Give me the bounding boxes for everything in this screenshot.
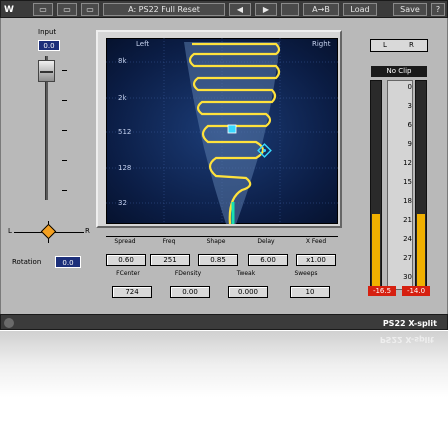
fader-tick <box>62 190 67 191</box>
fader-tick <box>62 100 67 101</box>
input-label: Input <box>38 28 57 36</box>
shape-value-field[interactable]: 0.85 <box>198 254 238 266</box>
shape-label: Shape <box>206 238 226 245</box>
xfeed-label: X Feed <box>305 238 327 245</box>
a-to-b-button[interactable]: A→B <box>303 3 339 16</box>
rotation-right-label: R <box>85 227 90 235</box>
plugin-toolbar: W ▭ ▭ ▭ A: PS22 Full Reset ◀ ▶ A→B Load … <box>0 0 448 18</box>
meter-scale: 0 3 6 9 12 15 18 21 24 27 30 <box>387 80 413 290</box>
waves-circle-icon[interactable] <box>4 318 14 328</box>
scale-label: 27 <box>403 254 412 262</box>
scale-label: 24 <box>403 235 412 243</box>
help-button[interactable]: ? <box>431 3 445 16</box>
meter-link-right-label: R <box>409 41 414 49</box>
spread-value-field[interactable]: 0.60 <box>106 254 146 266</box>
reflected-plugin-title: PS22 X-split <box>379 335 434 344</box>
sweeps-label: Sweeps <box>294 270 318 277</box>
scale-label: 12 <box>403 159 412 167</box>
next-preset-button[interactable]: ▶ <box>255 3 277 16</box>
scale-label: 6 <box>407 121 412 129</box>
scale-label: 3 <box>407 102 412 110</box>
input-value-field[interactable]: 0.0 <box>38 40 60 51</box>
preset-name-field[interactable]: A: PS22 Full Reset <box>103 3 225 16</box>
peak-left-readout[interactable]: -16.5 <box>368 286 396 296</box>
split-curve-plot[interactable] <box>106 38 338 224</box>
fader-tick <box>62 160 67 161</box>
input-fader-knob[interactable] <box>38 60 55 82</box>
redo-button[interactable]: ▭ <box>57 3 77 16</box>
compare-button[interactable] <box>281 3 299 16</box>
param-row-divider <box>106 236 338 237</box>
scale-label: 0 <box>407 83 412 91</box>
load-button[interactable]: Load <box>343 3 377 16</box>
arrow-left-icon: ◀ <box>236 5 244 14</box>
fader-tick <box>62 130 67 131</box>
peak-right-readout[interactable]: -14.0 <box>402 286 430 296</box>
save-button[interactable]: Save <box>393 3 427 16</box>
waves-logo: W <box>4 5 14 15</box>
xfeed-value-field[interactable]: x1.00 <box>296 254 336 266</box>
fcenter-label: FCenter <box>116 270 140 277</box>
setup-button[interactable]: ▭ <box>81 3 99 16</box>
right-output-meter <box>415 80 427 290</box>
left-meter-fill <box>372 214 380 289</box>
rotation-value-field[interactable]: 0.0 <box>55 256 81 268</box>
sweeps-value-field[interactable]: 10 <box>290 286 330 298</box>
meter-link-button[interactable]: L R <box>370 39 428 52</box>
scale-label: 18 <box>403 197 412 205</box>
freq-param-label: Freq <box>162 238 176 245</box>
prev-preset-button[interactable]: ◀ <box>229 3 251 16</box>
scale-label: 21 <box>403 216 412 224</box>
right-meter-fill <box>417 214 425 289</box>
fader-tick <box>62 70 67 71</box>
left-output-meter <box>370 80 382 290</box>
scale-label: 30 <box>403 273 412 281</box>
noclip-indicator[interactable]: No Clip <box>371 66 427 77</box>
scale-label: 9 <box>407 140 412 148</box>
fdensity-value-field[interactable]: 0.00 <box>170 286 210 298</box>
fcenter-value-field[interactable]: 724 <box>112 286 152 298</box>
tweak-label: Tweak <box>236 270 256 277</box>
scale-label: 15 <box>403 178 412 186</box>
fdensity-label: FDensity <box>174 270 202 277</box>
reflection <box>0 331 448 426</box>
tweak-value-field[interactable]: 0.000 <box>228 286 268 298</box>
delay-label: Delay <box>257 238 275 245</box>
undo-button[interactable]: ▭ <box>33 3 53 16</box>
node-handle <box>227 124 237 134</box>
arrow-right-icon: ▶ <box>262 5 270 14</box>
meter-link-left-label: L <box>383 41 387 49</box>
rotation-label: Rotation <box>12 258 42 266</box>
rotation-left-label: L <box>8 227 12 235</box>
delay-value-field[interactable]: 6.00 <box>248 254 288 266</box>
freq-value-field[interactable]: 251 <box>150 254 190 266</box>
spread-label: Spread <box>114 238 136 245</box>
plugin-bottom-bar: PS22 X-split <box>0 314 448 330</box>
plugin-title: PS22 X-split <box>382 319 437 328</box>
